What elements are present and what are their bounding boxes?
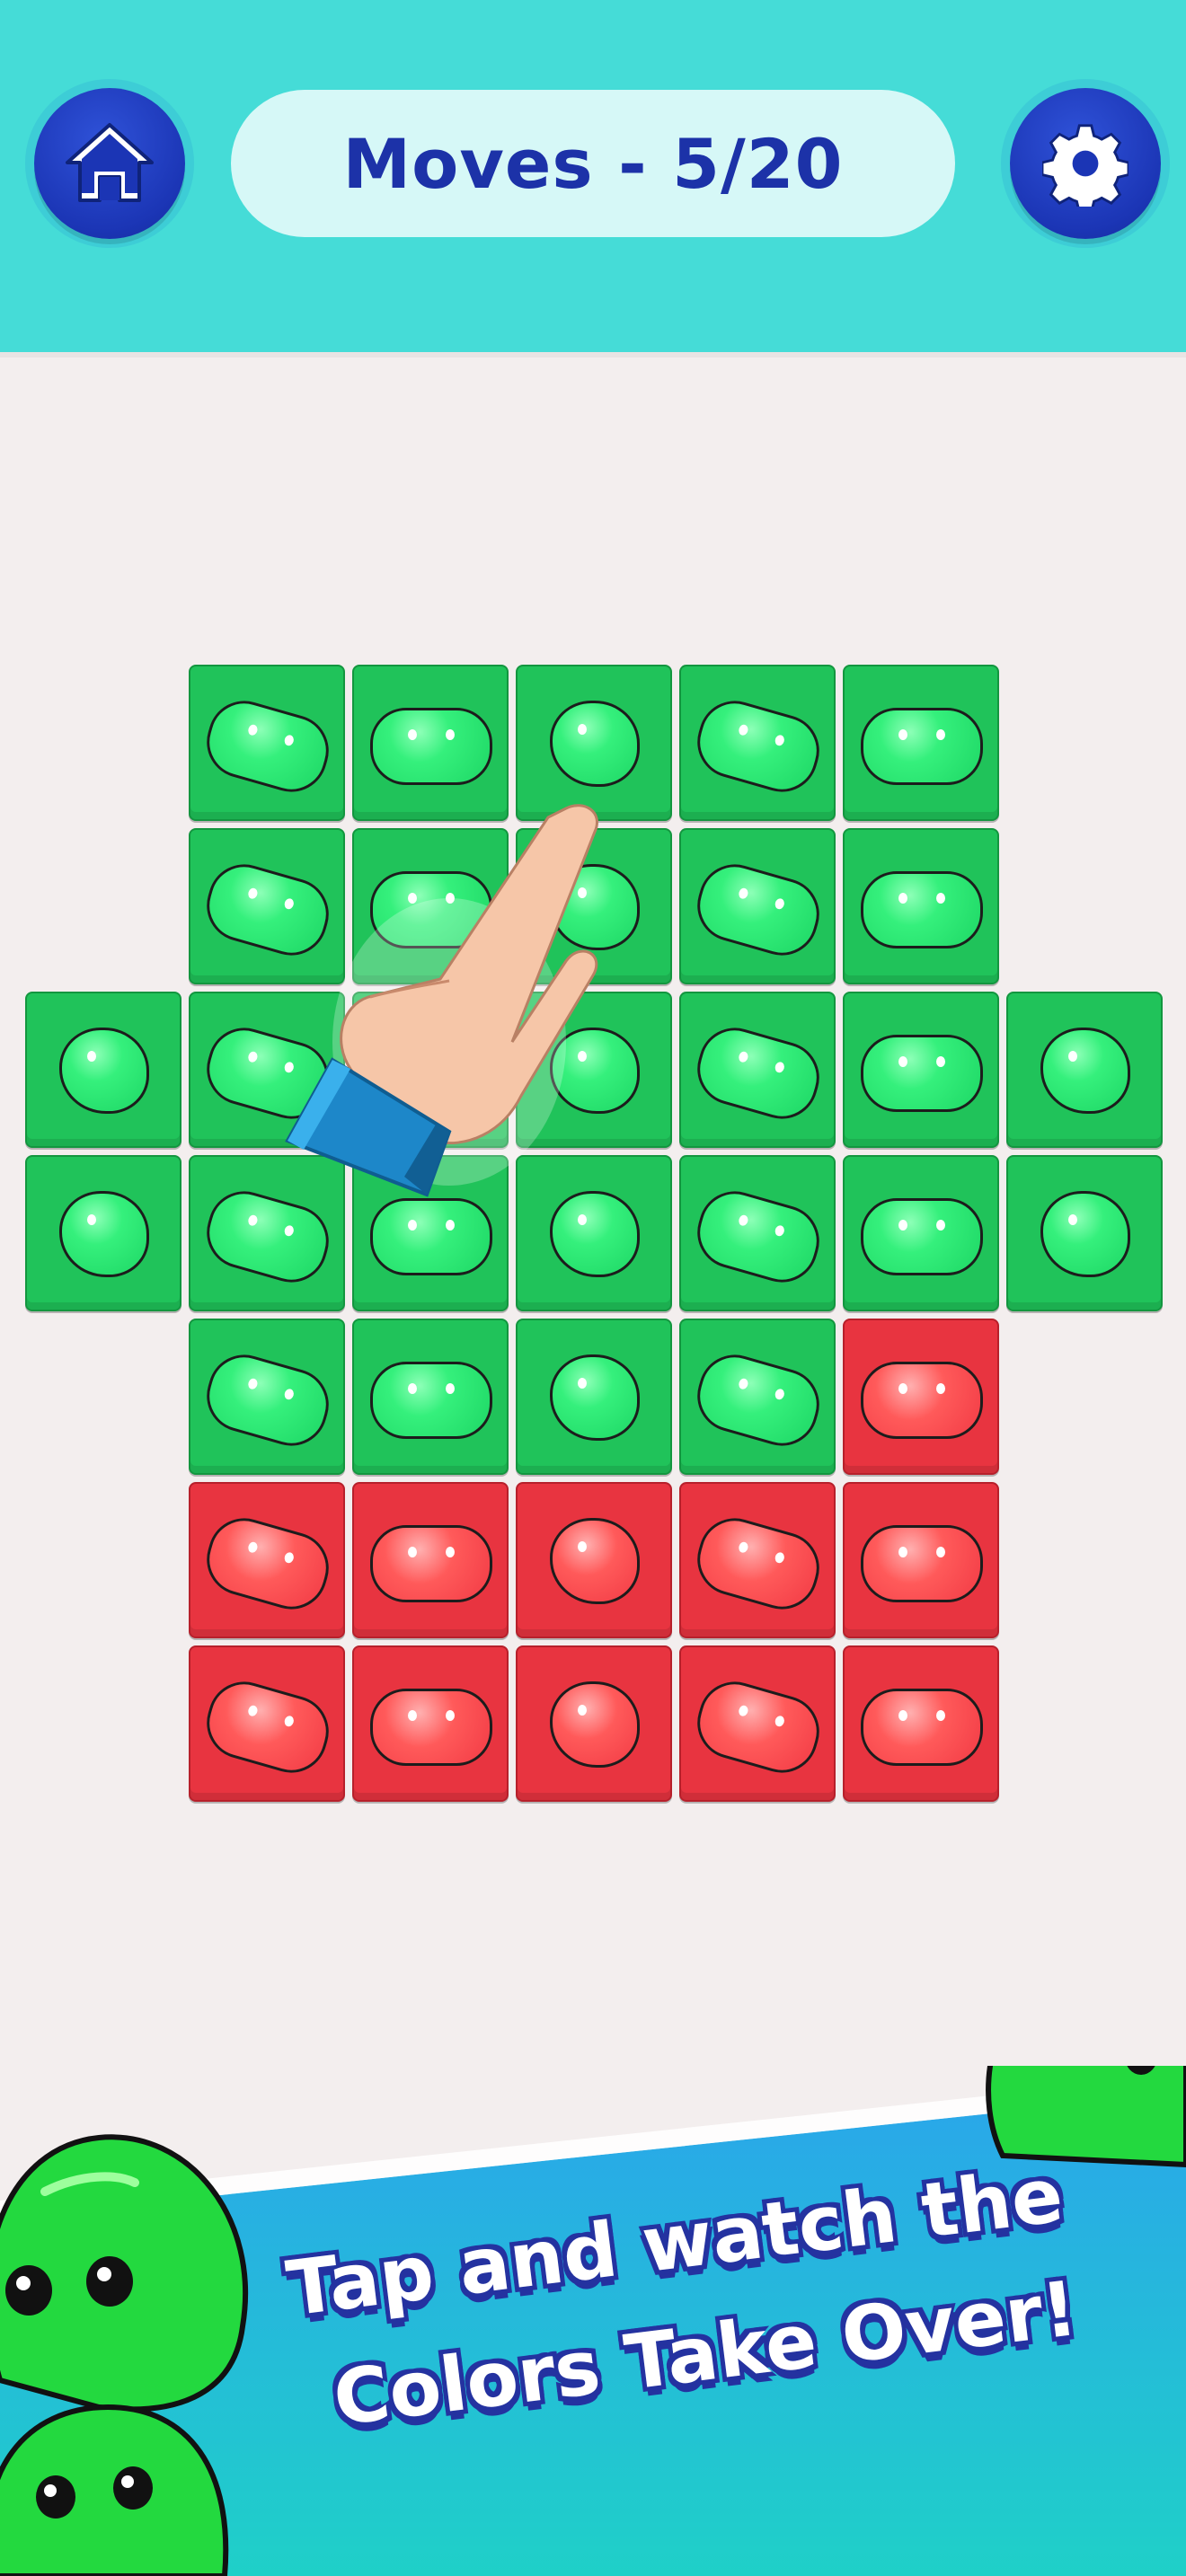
- slime-blob: [550, 1354, 640, 1441]
- slime-blob: [861, 1689, 983, 1766]
- tile-green[interactable]: [843, 665, 999, 821]
- slime-blob: [861, 871, 983, 948]
- slime-blob: [688, 1509, 828, 1619]
- tile-red[interactable]: [516, 1645, 672, 1802]
- slime-blob: [550, 1681, 640, 1768]
- slime-blob: [370, 1362, 492, 1439]
- slime-blob: [688, 1182, 828, 1292]
- slime-blob: [59, 1028, 149, 1114]
- tile-green[interactable]: [679, 1319, 836, 1475]
- tile-red[interactable]: [189, 1645, 345, 1802]
- slime-blob: [1040, 1191, 1130, 1277]
- slime-blob: [688, 692, 828, 801]
- slime-blob: [1040, 1028, 1130, 1114]
- tile-red[interactable]: [352, 1645, 509, 1802]
- slime-blob: [59, 1191, 149, 1277]
- tile-green[interactable]: [1006, 992, 1163, 1148]
- tile-red[interactable]: [843, 1645, 999, 1802]
- tile-green[interactable]: [679, 828, 836, 984]
- slime-blob: [370, 1525, 492, 1602]
- green-slime-right: [986, 2066, 1186, 2168]
- tile-green[interactable]: [516, 1319, 672, 1475]
- tile-green[interactable]: [1006, 1155, 1163, 1311]
- tile-red[interactable]: [352, 1482, 509, 1638]
- tile-green[interactable]: [843, 992, 999, 1148]
- tile-red[interactable]: [189, 1482, 345, 1638]
- slime-blob: [861, 1035, 983, 1112]
- slime-blob: [370, 1689, 492, 1766]
- tile-green[interactable]: [25, 1155, 181, 1311]
- pointing-hand-icon: [285, 804, 598, 1197]
- slime-blob: [688, 1019, 828, 1128]
- tile-green[interactable]: [679, 1155, 836, 1311]
- slime-blob: [688, 855, 828, 965]
- slime-blob: [861, 1362, 983, 1439]
- tile-green[interactable]: [25, 992, 181, 1148]
- slime-blob: [861, 1198, 983, 1275]
- slime-blob: [198, 1345, 338, 1455]
- slime-blob: [688, 1345, 828, 1455]
- tile-red[interactable]: [516, 1482, 672, 1638]
- tile-red[interactable]: [843, 1482, 999, 1638]
- slime-blob: [688, 1672, 828, 1782]
- promo-banner: Tap and watch the Colors Take Over!: [0, 2066, 1186, 2576]
- tile-green[interactable]: [352, 1319, 509, 1475]
- slime-blob: [198, 1672, 338, 1782]
- tile-green[interactable]: [843, 828, 999, 984]
- tile-green[interactable]: [189, 1319, 345, 1475]
- tile-red[interactable]: [679, 1482, 836, 1638]
- tile-green[interactable]: [679, 665, 836, 821]
- tile-green[interactable]: [679, 992, 836, 1148]
- slime-blob: [198, 1509, 338, 1619]
- slime-blob: [861, 708, 983, 785]
- green-slime-left-stack: [0, 2134, 249, 2576]
- tile-green[interactable]: [843, 1155, 999, 1311]
- slime-blob: [550, 1518, 640, 1604]
- tile-red[interactable]: [679, 1645, 836, 1802]
- slime-blob: [861, 1525, 983, 1602]
- tile-red[interactable]: [843, 1319, 999, 1475]
